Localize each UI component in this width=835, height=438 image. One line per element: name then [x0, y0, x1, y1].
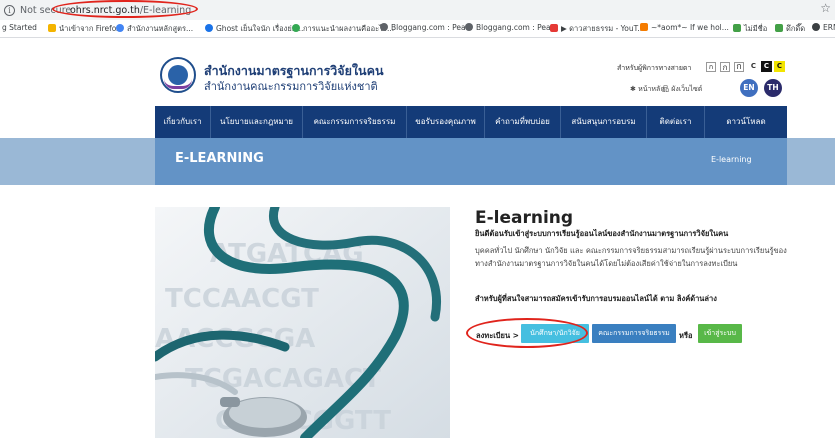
bookmarks-bar: g Started นำเข้าจาก Firefox สำนักงานหลัก…: [0, 20, 835, 38]
youtube-icon: [550, 24, 558, 32]
font-size-medium-button[interactable]: ก: [720, 62, 730, 72]
nav-item-faq[interactable]: คำถามที่พบบ่อย: [485, 106, 561, 138]
bookmark-label: g Started: [2, 23, 37, 32]
bookmark-item[interactable]: Bloggang.com : Pea...: [380, 23, 473, 32]
folder-icon: [48, 24, 56, 32]
download-icon: [733, 24, 741, 32]
accessibility-link[interactable]: สำหรับผู้พิการทางสายตา: [617, 63, 691, 74]
bookmark-item[interactable]: Bloggang.com : Pea...: [465, 23, 558, 32]
download-icon: [775, 24, 783, 32]
bookmark-item[interactable]: g Started: [2, 23, 37, 32]
bookmark-item[interactable]: ดึกดึ๊ด: [775, 23, 805, 35]
font-size-large-button[interactable]: ก: [734, 62, 744, 72]
site-icon: [465, 23, 473, 31]
font-size-small-button[interactable]: ก: [706, 62, 716, 72]
bookmark-label: ▶ ดาวสายธรรม - YouT...: [561, 24, 645, 33]
site-icon: [116, 24, 124, 32]
site-logo[interactable]: [160, 57, 196, 93]
nav-item-download[interactable]: ดาวน์โหลด: [705, 106, 787, 138]
apply-note: สำหรับผู้ที่สนใจสามารถสมัครเข้ารับการอบร…: [475, 294, 717, 303]
bookmark-label: ไม่มีชื่อ: [744, 24, 768, 33]
bookmark-label: นำเข้าจาก Firefox: [59, 24, 121, 33]
breadcrumb[interactable]: E-learning: [711, 155, 752, 164]
sitemap-link[interactable]: 品 ผังเว็บไซต์: [662, 84, 702, 95]
bookmark-item[interactable]: นำเข้าจาก Firefox: [48, 23, 121, 35]
lang-th-button[interactable]: TH: [764, 79, 782, 97]
stethoscope-illustration: ATGATCAG TCCAACGT AACCGCGA TCGACAGACT CC…: [155, 207, 450, 438]
bookmark-star-icon[interactable]: ☆: [820, 1, 831, 15]
nav-item-training[interactable]: สนับสนุนการอบรม: [561, 106, 647, 138]
site-icon: [812, 23, 820, 31]
site-icon: [205, 24, 213, 32]
main-nav: เกี่ยวกับเรา นโยบายและกฎหมาย คณะกรรมการจ…: [155, 106, 787, 138]
site-subtitle[interactable]: สำนักงานคณะกรรมการวิจัยแห่งชาติ: [204, 77, 378, 95]
nav-item-about[interactable]: เกี่ยวกับเรา: [155, 106, 211, 138]
nav-item-contact[interactable]: ติดต่อเรา: [647, 106, 705, 138]
contrast-yellow-button[interactable]: C: [774, 61, 785, 72]
nav-item-ethics-committee[interactable]: คณะกรรมการจริยธรรม: [303, 106, 407, 138]
nav-item-policy[interactable]: นโยบายและกฎหมาย: [211, 106, 303, 138]
bookmark-item[interactable]: การแนะนำผลงานคืออะไร...: [292, 23, 394, 35]
bookmark-item[interactable]: ~*aom*~ If we hol...: [640, 23, 729, 32]
sitemap-label: ผังเว็บไซต์: [671, 85, 703, 93]
bookmark-label: Bloggang.com : Pea...: [476, 23, 558, 32]
annotation-circle-url: [52, 0, 198, 18]
bookmark-item[interactable]: ▶ ดาวสายธรรม - YouT...: [550, 23, 644, 35]
bookmark-label: สำนักงานหลักสูตร...: [127, 24, 194, 33]
bookmark-label: ERM: [823, 23, 835, 32]
bookmark-label: Bloggang.com : Pea...: [391, 23, 473, 32]
bookmark-item[interactable]: สำนักงานหลักสูตร...: [116, 23, 193, 35]
home-link[interactable]: ✱ หน้าหลัก: [630, 84, 665, 95]
blogger-icon: [640, 23, 648, 31]
login-button[interactable]: เข้าสู่ระบบ: [698, 324, 742, 343]
description-text: บุคคลทั่วไป นักศึกษา นักวิจัย และ คณะกรร…: [475, 246, 787, 268]
or-label: หรือ: [679, 331, 693, 340]
annotation-circle-register: [466, 318, 588, 348]
welcome-text: ยินดีต้อนรับเข้าสู่ระบบการเรียนรู้ออนไลน…: [475, 229, 729, 238]
sitemap-icon: 品: [662, 85, 672, 93]
bookmark-item[interactable]: Ghost เย็นใจนัก เรื่องย่อ...: [205, 23, 303, 35]
content-heading: E-learning: [475, 208, 574, 228]
info-icon[interactable]: i: [4, 5, 15, 16]
site-icon: [380, 23, 388, 31]
ethics-committee-button[interactable]: คณะกรรมการจริยธรรม: [592, 324, 676, 343]
logo-arc: [164, 79, 192, 89]
bookmark-label: ~*aom*~ If we hol...: [651, 23, 729, 32]
stethoscope-image: ATGATCAG TCCAACGT AACCGCGA TCGACAGACT CC…: [155, 207, 450, 438]
page-title: E-LEARNING: [175, 151, 264, 166]
site-icon: [292, 24, 300, 32]
bookmark-item[interactable]: ERM: [812, 23, 835, 32]
bookmark-label: ดึกดึ๊ด: [786, 24, 806, 33]
bookmark-label: Ghost เย็นใจนัก เรื่องย่อ...: [216, 24, 304, 33]
svg-text:TCCAACGT: TCCAACGT: [165, 284, 319, 314]
contrast-normal-button[interactable]: C: [748, 61, 759, 72]
contrast-dark-button[interactable]: C: [761, 61, 772, 72]
lang-en-button[interactable]: EN: [740, 79, 758, 97]
bookmark-item[interactable]: ไม่มีชื่อ: [733, 23, 767, 35]
nav-item-accreditation[interactable]: ขอรับรองคุณภาพ: [407, 106, 485, 138]
